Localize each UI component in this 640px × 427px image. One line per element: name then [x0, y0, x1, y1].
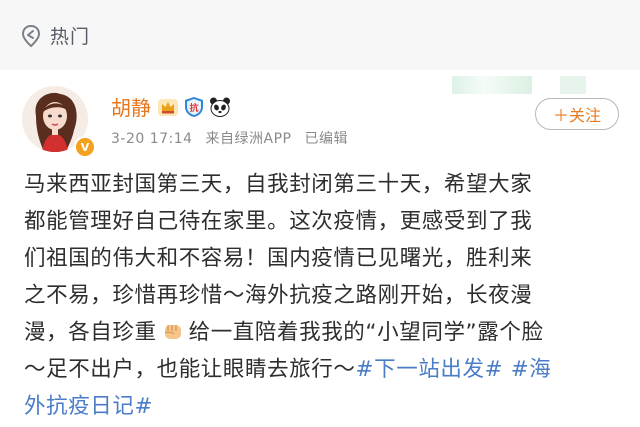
- content-line: 马来西亚封国第三天，自我封闭第三十天，希望大家: [24, 172, 533, 197]
- author-row: 胡静 抗: [111, 92, 235, 121]
- blurred-watermark: [452, 76, 532, 94]
- hashtag-overseas-diary-cont[interactable]: 外抗疫日记#: [24, 394, 153, 419]
- content-text: 给一直陪着我我的“小望同学”露个脸: [188, 320, 544, 345]
- content-line: 都能管理好自己待在家里。这次疫情，更感受到了我: [24, 209, 533, 234]
- location-pin-icon: [21, 24, 41, 47]
- content-line: 之不易，珍惜再珍惜～海外抗疫之路刚开始，长夜漫: [24, 283, 533, 308]
- post-source[interactable]: 来自绿洲APP: [206, 131, 292, 147]
- weibo-post-card: V 胡静 抗 3-20 17:14 来自绿洲APP 已编辑 ＋关注 马来西亚封国…: [0, 70, 640, 427]
- hashtag-next-stop[interactable]: #下一站出发#: [356, 357, 504, 382]
- content-line: 们祖国的伟大和不容易！国内疫情已见曙光，胜利来: [24, 246, 533, 271]
- crown-icon[interactable]: [157, 96, 179, 118]
- hot-label: 热门: [50, 26, 91, 48]
- post-content: 马来西亚封国第三天，自我封闭第三十天，希望大家 都能管理好自己待在家里。这次疫情…: [24, 166, 624, 425]
- content-text: 漫，各自珍重: [24, 320, 157, 345]
- anti-epidemic-badge-icon[interactable]: 抗: [183, 96, 205, 118]
- follow-button[interactable]: ＋关注: [535, 98, 619, 130]
- content-line: ～足不出户，也能让眼睛去旅行～#下一站出发# #海: [24, 351, 624, 388]
- edited-label[interactable]: 已编辑: [304, 131, 348, 147]
- hashtag-overseas-diary[interactable]: #海: [511, 357, 552, 382]
- content-line: 漫，各自珍重 给一直陪着我我的“小望同学”露个脸: [24, 314, 624, 351]
- timestamp: 3-20 17:14: [111, 131, 193, 147]
- blurred-watermark-2: [560, 76, 586, 94]
- hot-section-header[interactable]: 热门: [20, 22, 90, 49]
- top-bar: 热门: [0, 0, 640, 71]
- panda-icon[interactable]: [209, 96, 231, 118]
- username[interactable]: 胡静: [111, 92, 151, 121]
- post-meta: 3-20 17:14 来自绿洲APP 已编辑: [111, 128, 356, 148]
- content-text: ～足不出户，也能让眼睛去旅行～: [24, 357, 356, 382]
- fist-emoji-icon: [164, 325, 181, 339]
- content-line: 外抗疫日记#: [24, 388, 624, 425]
- verified-badge: V: [74, 136, 96, 158]
- svg-text:抗: 抗: [189, 102, 198, 114]
